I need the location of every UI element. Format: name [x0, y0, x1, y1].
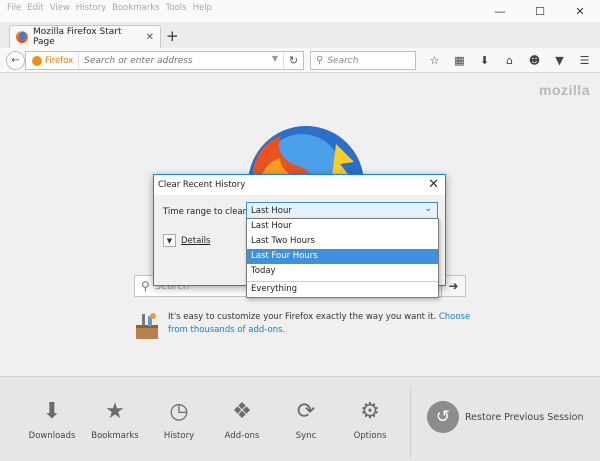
menu-view[interactable]: View	[47, 3, 73, 13]
dialog-title: Clear Recent History	[158, 180, 246, 190]
launcher-label: Downloads	[28, 431, 76, 441]
option-last-four-hours[interactable]: Last Four Hours	[247, 249, 438, 264]
launcher-label: Add-ons	[224, 431, 260, 441]
home-icon[interactable]: ⌂	[497, 52, 522, 69]
minimize-button[interactable]: —	[480, 0, 520, 22]
addon-text: It's easy to customize your Firefox exac…	[168, 312, 439, 322]
launcher-label: Sync	[295, 431, 317, 441]
option-last-two-hours[interactable]: Last Two Hours	[247, 234, 438, 249]
reading-list-icon[interactable]: ▦	[447, 52, 472, 69]
details-toggle[interactable]: ▼ Details	[163, 234, 210, 247]
gear-icon: ⚙	[360, 399, 380, 424]
menu-file[interactable]: File	[4, 3, 24, 13]
maximize-button[interactable]: ☐	[520, 0, 560, 22]
details-label: Details	[181, 235, 211, 246]
launcher-bar: ⬇ Downloads ★ Bookmarks ◷ History ❖ Add-…	[0, 376, 600, 461]
star-icon: ★	[105, 399, 125, 424]
restore-icon: ↺	[427, 401, 459, 433]
menu-bar: File Edit View History Bookmarks Tools H…	[4, 3, 215, 13]
close-window-button[interactable]: ✕	[560, 0, 600, 22]
url-bar[interactable]: Firefox ▼ ↻	[25, 51, 304, 70]
sync-icon: ⟳	[296, 399, 316, 424]
time-range-select[interactable]: Last Hour ⌄	[246, 202, 438, 219]
toolbar-icons: ☆ ▦ ⬇ ⌂ ☻ ▼ ☰	[422, 52, 597, 69]
smiley-icon[interactable]: ☻	[522, 52, 547, 69]
tab-start-page[interactable]: Mozilla Firefox Start Page ✕	[9, 25, 161, 48]
toolbox-icon	[136, 313, 158, 339]
addon-snippet: It's easy to customize your Firefox exac…	[134, 311, 474, 341]
menu-help[interactable]: Help	[190, 3, 215, 13]
download-icon: ⬇	[42, 399, 62, 424]
time-range-dropdown: Last Hour Last Two Hours Last Four Hours…	[246, 218, 439, 298]
identity-label: Firefox	[45, 55, 74, 66]
launcher-addons[interactable]: ❖ Add-ons	[210, 399, 274, 441]
url-input[interactable]	[79, 55, 270, 66]
time-range-label: Time range to clear:	[163, 207, 249, 217]
launcher-history[interactable]: ◷ History	[147, 399, 211, 441]
expand-details-icon[interactable]: ▼	[163, 234, 176, 247]
dialog-titlebar: Clear Recent History ✕	[154, 175, 445, 195]
option-today[interactable]: Today	[247, 264, 438, 279]
launcher-bookmarks[interactable]: ★ Bookmarks	[83, 399, 147, 441]
time-range-value: Last Hour	[251, 205, 292, 216]
mozilla-logo: mozilla	[539, 82, 590, 98]
hamburger-menu-icon[interactable]: ☰	[572, 52, 597, 69]
tab-strip: Mozilla Firefox Start Page ✕	[0, 22, 600, 48]
new-tab-button[interactable]: +	[166, 27, 179, 45]
url-history-dropdown-icon[interactable]: ▼	[272, 54, 278, 63]
dialog-close-icon[interactable]: ✕	[428, 177, 439, 192]
search-bar[interactable]: ⚲ Search	[310, 51, 416, 70]
title-bar: File Edit View History Bookmarks Tools H…	[0, 0, 600, 22]
firefox-favicon-icon	[16, 31, 28, 43]
launcher-label: Bookmarks	[91, 431, 139, 441]
puzzle-icon: ❖	[232, 399, 252, 424]
restore-label: Restore Previous Session	[465, 411, 584, 423]
menu-tools[interactable]: Tools	[163, 3, 190, 13]
tab-title: Mozilla Firefox Start Page	[33, 27, 122, 47]
option-everything[interactable]: Everything	[247, 282, 438, 297]
back-button[interactable]: ←	[6, 51, 25, 70]
launcher-divider	[410, 387, 411, 457]
search-placeholder: Search	[327, 55, 359, 66]
menu-edit[interactable]: Edit	[24, 3, 46, 13]
search-icon: ⚲	[141, 279, 150, 293]
launcher-downloads[interactable]: ⬇ Downloads	[20, 399, 84, 441]
pocket-icon[interactable]: ▼	[547, 52, 572, 69]
search-icon: ⚲	[316, 55, 324, 66]
chevron-down-icon: ⌄	[424, 204, 432, 214]
launcher-label: History	[163, 431, 195, 441]
identity-box[interactable]: Firefox	[26, 53, 80, 68]
tab-close-icon[interactable]: ✕	[146, 32, 154, 43]
navigation-toolbar: ← Firefox ▼ ↻ ⚲ Search ☆ ▦ ⬇ ⌂ ☻ ▼ ☰	[0, 48, 600, 73]
launcher-label: Options	[353, 431, 387, 441]
restore-session-button[interactable]: ↺ Restore Previous Session	[427, 401, 583, 433]
star-icon[interactable]: ☆	[422, 52, 447, 69]
download-icon[interactable]: ⬇	[472, 52, 497, 69]
addon-message: It's easy to customize your Firefox exac…	[168, 311, 474, 341]
clock-icon: ◷	[169, 399, 189, 424]
window-controls: — ☐ ✕	[480, 0, 600, 22]
addon-text-end: .	[282, 325, 286, 335]
launcher-sync[interactable]: ⟳ Sync	[274, 399, 338, 441]
menu-history[interactable]: History	[73, 3, 109, 13]
menu-bookmarks[interactable]: Bookmarks	[109, 3, 163, 13]
back-arrow-icon: ←	[11, 55, 20, 66]
reload-icon[interactable]: ↻	[283, 52, 303, 69]
launcher-options[interactable]: ⚙ Options	[338, 399, 402, 441]
option-last-hour[interactable]: Last Hour	[247, 219, 438, 234]
firefox-identity-icon	[32, 55, 42, 66]
